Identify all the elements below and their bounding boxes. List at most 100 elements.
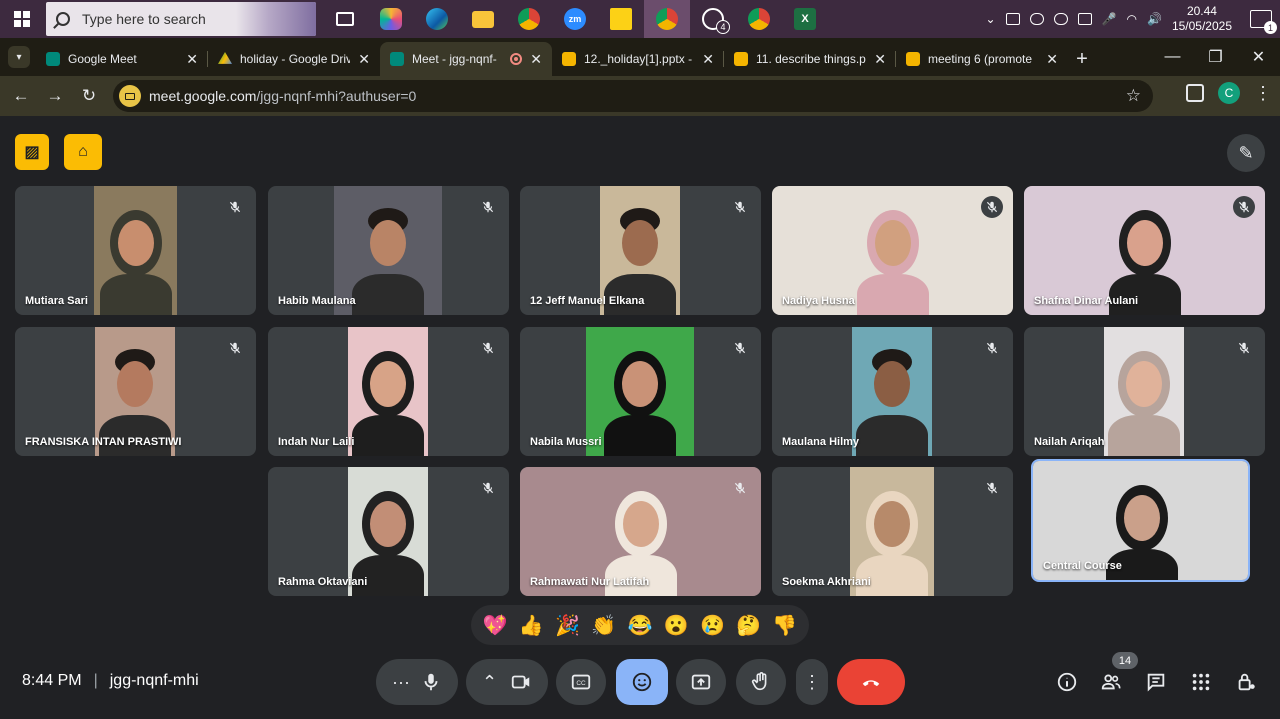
tab-google-meet[interactable]: Google Meet ✕ xyxy=(36,42,208,76)
tab-title: Google Meet xyxy=(68,52,137,66)
back-arrow-icon[interactable]: ← xyxy=(4,79,38,113)
taskbar-zoom[interactable]: zm xyxy=(552,0,598,38)
taskbar-chrome-1[interactable] xyxy=(506,0,552,38)
reaction-emoji-button[interactable]: 👏 xyxy=(589,613,619,638)
close-tab-icon[interactable]: ✕ xyxy=(874,51,886,68)
zoom-icon: zm xyxy=(564,8,586,30)
leave-call-button[interactable] xyxy=(837,659,905,705)
participant-tile[interactable]: Rahma Oktaviani xyxy=(268,467,509,596)
chrome-icon xyxy=(656,8,678,30)
host-video-off-button[interactable]: ▨ xyxy=(15,134,49,170)
onedrive-icon[interactable] xyxy=(1053,13,1068,25)
tab-meeting-6[interactable]: meeting 6 (promote ✕ xyxy=(896,42,1068,76)
restore-icon[interactable]: ❐ xyxy=(1194,47,1237,67)
address-bar[interactable]: meet.google.com/jgg-nqnf-mhi?authuser=0 … xyxy=(113,80,1153,112)
tab-describe-things[interactable]: 11. describe things.pp ✕ xyxy=(724,42,896,76)
taskbar-clock[interactable]: 20.44 15/05/2025 xyxy=(1172,4,1232,34)
present-screen-button[interactable] xyxy=(676,659,726,705)
participant-tile[interactable]: Nabila Mussri xyxy=(520,327,761,456)
participant-tile[interactable]: 12 Jeff Manuel Elkana xyxy=(520,186,761,315)
more-options-button[interactable]: ⋮ xyxy=(796,659,828,705)
camera-options-button[interactable]: ⌃ xyxy=(466,659,548,705)
tab-title: Meet - jgg-nqnf- xyxy=(412,52,497,66)
extensions-icon[interactable] xyxy=(1186,84,1204,102)
close-tab-icon[interactable]: ✕ xyxy=(1046,51,1058,68)
reaction-emoji-button[interactable]: 😢 xyxy=(697,613,727,638)
notification-center-icon[interactable]: 1 xyxy=(1250,10,1277,34)
cloud-icon[interactable] xyxy=(1029,13,1044,25)
windows-start-button[interactable] xyxy=(0,0,44,38)
meeting-code: jgg-nqnf-mhi xyxy=(109,672,199,689)
close-window-icon[interactable]: ✕ xyxy=(1237,47,1280,67)
reload-icon[interactable]: ↻ xyxy=(72,79,106,113)
participant-tile[interactable]: FRANSISKA INTAN PRASTIWI xyxy=(15,327,256,456)
reaction-emoji-button[interactable]: 💖 xyxy=(480,613,510,638)
participant-tile[interactable]: Nadiya Husna xyxy=(772,186,1013,315)
meeting-details-button[interactable] xyxy=(1055,670,1079,694)
wifi-icon[interactable]: ◠ xyxy=(1127,12,1137,26)
taskbar-edge[interactable] xyxy=(414,0,460,38)
windows-logo-icon xyxy=(14,11,30,27)
visual-effects-button[interactable]: ✎ xyxy=(1227,134,1265,172)
taskbar-whatsapp[interactable]: 4 xyxy=(690,0,736,38)
browser-menu-icon[interactable]: ⋮ xyxy=(1254,83,1272,104)
chevron-up-icon[interactable]: ⌄ xyxy=(985,12,995,26)
mic-off-icon xyxy=(1233,196,1255,218)
close-tab-icon[interactable]: ✕ xyxy=(186,51,198,68)
reaction-emoji-button[interactable]: 😂 xyxy=(625,613,655,638)
microphone-tray-icon[interactable]: 🎤 xyxy=(1102,12,1117,26)
participant-tile[interactable]: Maulana Hilmy xyxy=(772,327,1013,456)
reaction-emoji-button[interactable]: 👍 xyxy=(516,613,546,638)
reactions-button[interactable] xyxy=(616,659,668,705)
bookmark-star-icon[interactable]: ☆ xyxy=(1126,86,1141,106)
task-view-button[interactable] xyxy=(322,0,368,38)
more-audio-options-button[interactable]: ··· xyxy=(376,659,458,705)
taskbar-excel[interactable]: X xyxy=(782,0,828,38)
close-tab-icon[interactable]: ✕ xyxy=(530,51,542,68)
tab-meet-active[interactable]: Meet - jgg-nqnf- ✕ xyxy=(380,42,552,76)
new-tab-button[interactable]: + xyxy=(1068,45,1096,73)
close-tab-icon[interactable]: ✕ xyxy=(702,51,714,68)
forward-arrow-icon[interactable]: → xyxy=(38,79,72,113)
raise-hand-button[interactable] xyxy=(736,659,786,705)
host-controls-panel-button[interactable] xyxy=(1234,670,1258,694)
participant-tile[interactable]: Shafna Dinar Aulani xyxy=(1024,186,1265,315)
tab-holiday-drive[interactable]: holiday - Google Driv ✕ xyxy=(208,42,380,76)
taskbar-chrome-2[interactable] xyxy=(736,0,782,38)
taskbar-sticky-notes[interactable] xyxy=(598,0,644,38)
participant-tile[interactable]: Central Course xyxy=(1031,459,1250,582)
battery-icon[interactable] xyxy=(1077,13,1092,25)
people-button[interactable] xyxy=(1099,670,1123,694)
participant-tile[interactable]: Nailah Ariqah xyxy=(1024,327,1265,456)
participant-tile[interactable]: Habib Maulana xyxy=(268,186,509,315)
participant-tile[interactable]: Indah Nur Laili xyxy=(268,327,509,456)
participant-tile[interactable]: Rahmawati Nur Latifah xyxy=(520,467,761,596)
host-controls-button[interactable]: ⌂ xyxy=(64,134,102,170)
reaction-emoji-button[interactable]: 🎉 xyxy=(553,613,583,638)
chat-button[interactable] xyxy=(1144,670,1168,694)
tab-holiday-pptx[interactable]: 12._holiday[1].pptx - ✕ xyxy=(552,42,724,76)
reaction-emoji-button[interactable]: 👎 xyxy=(770,613,800,638)
volume-icon[interactable]: 🔊 xyxy=(1147,12,1162,26)
taskbar-search-box[interactable]: Type here to search xyxy=(46,2,316,36)
participant-video xyxy=(348,327,428,456)
taskbar-file-explorer[interactable] xyxy=(460,0,506,38)
captions-button[interactable]: CC xyxy=(556,659,606,705)
taskbar-chrome-active[interactable] xyxy=(644,0,690,38)
meet-stage: ▨ ⌂ ✎ Mutiara Sari Habib Maulana 12 Jeff M… xyxy=(0,116,1280,719)
profile-avatar[interactable]: C xyxy=(1218,82,1240,104)
network-device-icon[interactable] xyxy=(1005,13,1020,25)
reaction-emoji-button[interactable]: 😮 xyxy=(661,613,691,638)
close-tab-icon[interactable]: ✕ xyxy=(358,51,370,68)
activities-button[interactable] xyxy=(1189,670,1213,694)
reaction-emoji-button[interactable]: 🤔 xyxy=(734,613,764,638)
minimize-icon[interactable]: — xyxy=(1151,48,1194,66)
taskbar-copilot[interactable] xyxy=(368,0,414,38)
apps-grid-icon xyxy=(1192,673,1210,691)
participant-tile[interactable]: Mutiara Sari xyxy=(15,186,256,315)
participant-tile[interactable]: Soekma Akhriani xyxy=(772,467,1013,596)
tab-search-button[interactable]: ▾ xyxy=(8,46,30,68)
taskbar-date: 15/05/2025 xyxy=(1171,19,1232,33)
recording-icon xyxy=(510,53,523,65)
camera-site-icon[interactable] xyxy=(119,85,141,107)
